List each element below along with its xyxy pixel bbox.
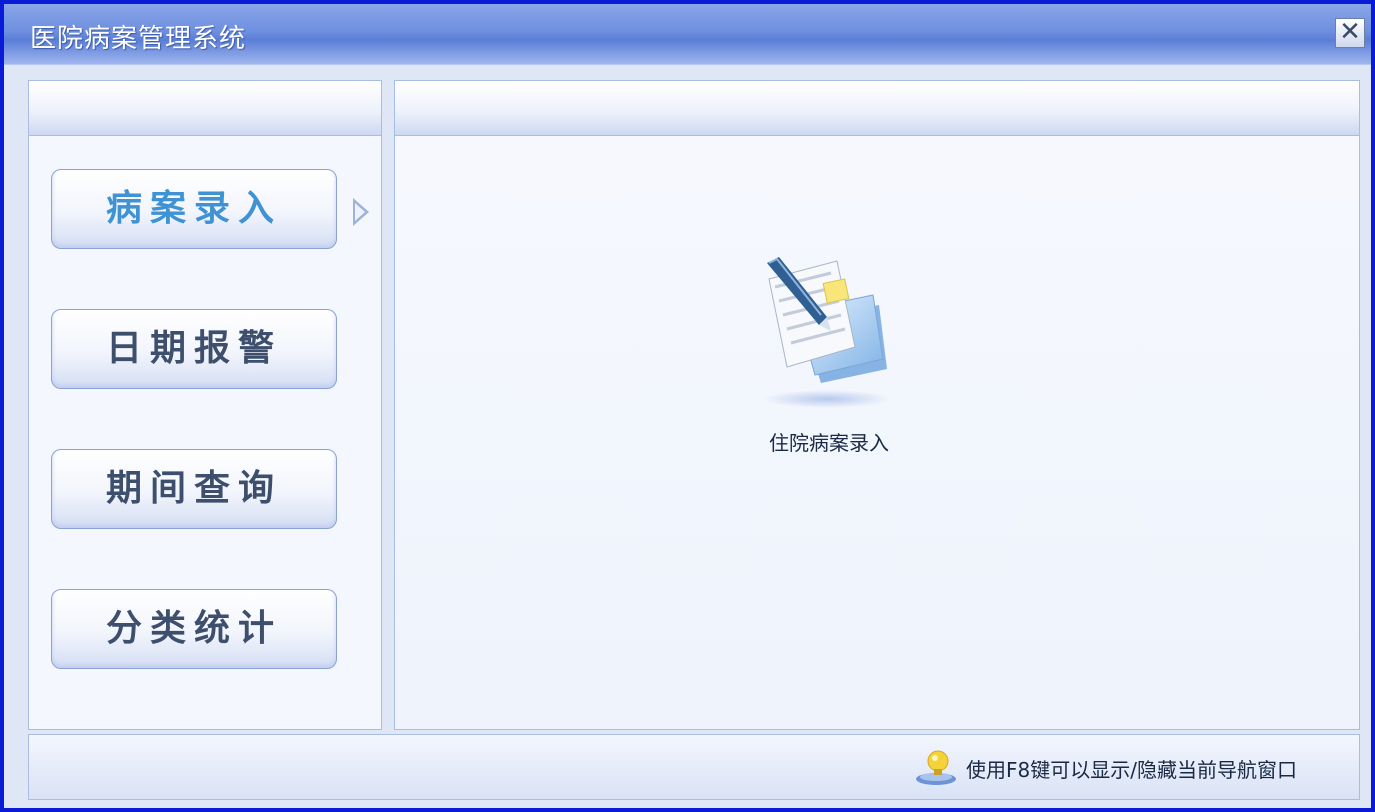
nav-button-period-query[interactable]: 期间查询	[51, 449, 337, 529]
navigation-hint: 使用F8键可以显示/隐藏当前导航窗口	[914, 749, 1297, 787]
navigation-hint-text: 使用F8键可以显示/隐藏当前导航窗口	[966, 757, 1297, 782]
title-bar[interactable]: 医院病案管理系统 ✕	[4, 4, 1371, 65]
inpatient-record-entry-label: 住院病案录入	[769, 431, 889, 455]
window-title: 医院病案管理系统	[30, 24, 247, 54]
navigation-panel-header	[29, 81, 381, 136]
nav-button-category-stats[interactable]: 分类统计	[51, 589, 337, 669]
inpatient-record-entry-launcher[interactable]: 住院病案录入	[739, 251, 919, 461]
main-panel-header	[395, 81, 1359, 136]
nav-button-record-entry[interactable]: 病案录入	[51, 169, 337, 249]
status-bar: 使用F8键可以显示/隐藏当前导航窗口	[28, 734, 1360, 800]
main-content-panel: 住院病案录入	[394, 80, 1360, 730]
lightbulb-icon	[916, 750, 957, 785]
navigation-panel: 病案录入 日期报警 期间查询 分类统计	[28, 80, 382, 730]
close-button[interactable]: ✕	[1335, 18, 1365, 48]
medical-record-entry-icon	[763, 257, 891, 408]
app-window: 医院病案管理系统 ✕ 病案录入 日期报警 期间查询 分类统计 住院病案录入 使用…	[0, 0, 1375, 812]
active-indicator-arrow-icon	[353, 198, 369, 226]
nav-button-date-alarm[interactable]: 日期报警	[51, 309, 337, 389]
